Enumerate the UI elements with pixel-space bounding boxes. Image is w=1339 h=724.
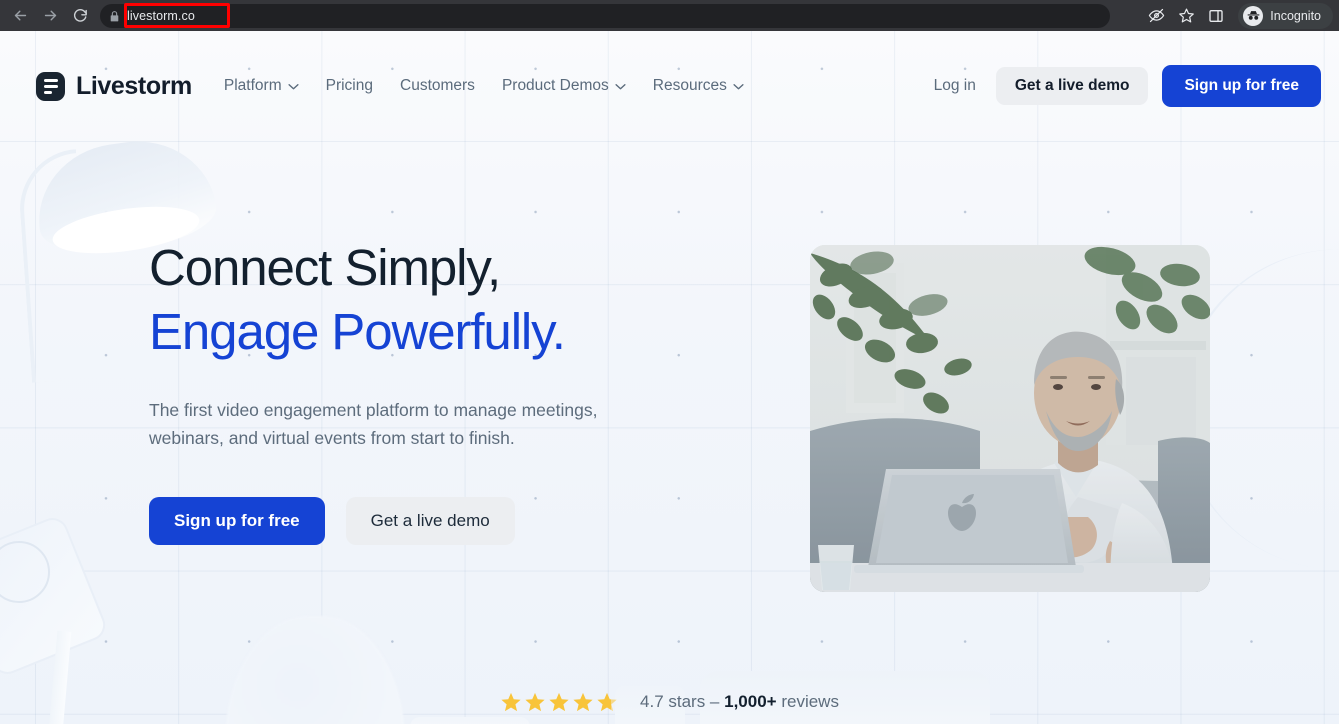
decorative-lamp-arm [16,149,92,383]
star-icon [525,692,545,712]
hero-cta-group: Sign up for free Get a live demo [149,496,679,545]
site-header: Livestorm Platform Pricing Customers Pro… [0,31,1339,141]
review-count-text: 4.7 stars – 1,000+ reviews [640,692,839,712]
rating-prefix: 4.7 stars – [640,692,725,711]
address-bar[interactable]: livestorm.co [100,4,1110,28]
nav-item-pricing[interactable]: Pricing [326,77,373,95]
hero-title-line-2: Engage Powerfully. [149,303,566,361]
brand-logo-link[interactable]: Livestorm [36,71,192,101]
man-on-video-call-photo [810,245,1210,592]
incognito-icon [1247,11,1260,20]
star-rating [500,691,618,713]
nav-item-product-demos[interactable]: Product Demos [502,77,626,95]
livestorm-logo-icon [36,71,65,101]
toolbar-right-actions: Incognito [1142,2,1333,29]
incognito-indicator[interactable]: Incognito [1238,2,1333,29]
browser-toolbar: livestorm.co Incognito [0,0,1339,31]
reload-button[interactable] [66,2,94,30]
back-arrow-icon [14,10,26,21]
eye-slash-button[interactable] [1142,2,1170,30]
webpage-viewport: Livestorm Platform Pricing Customers Pro… [0,31,1339,724]
incognito-label: Incognito [1270,8,1321,23]
hero-content: Connect Simply, Engage Powerfully. The f… [149,236,679,545]
nav-item-customers[interactable]: Customers [400,77,475,95]
bookmark-button[interactable] [1172,2,1200,30]
forward-button[interactable] [36,2,64,30]
hero-subtitle: The first video engagement platform to m… [149,399,598,449]
decorative-shape-d [410,717,530,724]
avatar [1243,5,1264,26]
brand-name: Livestorm [76,71,192,100]
eye-slash-icon [1148,8,1165,23]
chevron-down-icon [288,83,299,89]
hero-signup-button[interactable]: Sign up for free [149,496,325,545]
nav-item-resources[interactable]: Resources [653,77,744,95]
side-panel-button[interactable] [1202,2,1230,30]
side-panel-icon [1209,9,1223,22]
nav-label: Pricing [325,77,373,94]
page-title: Connect Simply, Engage Powerfully. [149,236,679,365]
review-count: 1,000+ [724,692,777,711]
star-icon [501,692,521,712]
header-signup-button[interactable]: Sign up for free [1162,65,1321,107]
social-proof: 4.7 stars – 1,000+ reviews [0,691,1339,713]
header-actions: Log in Get a live demo Sign up for free [928,65,1321,107]
hero-image [810,245,1210,592]
url-text: livestorm.co [127,9,195,23]
nav-label: Customers [400,77,475,94]
star-icon [549,692,569,712]
login-link[interactable]: Log in [928,77,982,95]
hero-get-live-demo-button[interactable]: Get a live demo [345,496,515,545]
hero-title-line-1: Connect Simply, [149,239,501,296]
nav-label: Platform [223,77,282,94]
main-navigation: Platform Pricing Customers Product Demos… [224,77,744,95]
forward-arrow-icon [44,10,56,21]
back-button[interactable] [6,2,34,30]
star-icon [573,692,593,712]
decorative-tablet [0,513,110,679]
nav-label: Resources [652,77,727,94]
lock-icon [110,10,119,21]
nav-label: Product Demos [501,77,609,94]
star-outline-icon [1178,8,1194,23]
chevron-down-icon [615,83,626,89]
header-get-live-demo-button[interactable]: Get a live demo [995,67,1149,105]
chevron-down-icon [733,83,744,89]
reviews-suffix: reviews [776,692,839,711]
decorative-circle [0,541,50,603]
star-icon-partial [597,692,617,712]
navigation-buttons [0,2,94,30]
reload-icon [73,9,87,22]
nav-item-platform[interactable]: Platform [224,77,299,95]
